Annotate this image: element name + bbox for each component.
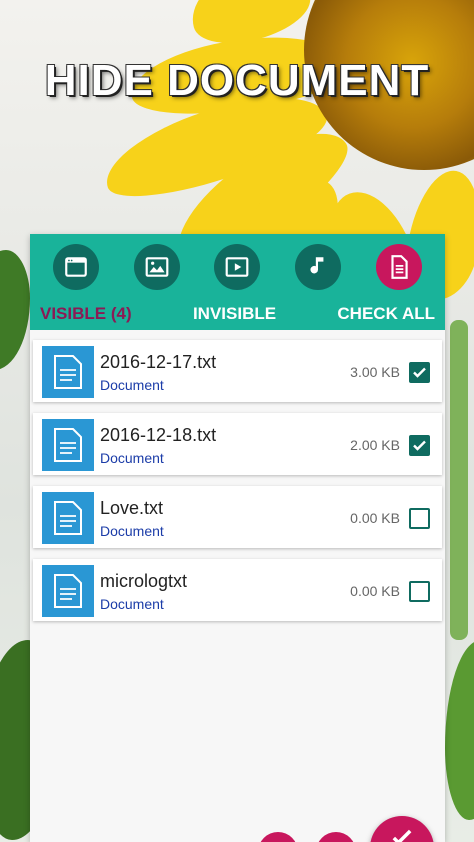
- category-app-button[interactable]: [53, 244, 100, 290]
- file-thumbnail: [42, 492, 94, 544]
- file-list: 2016-12-17.txt Document 3.00 KB 2016-12-…: [30, 330, 445, 638]
- app-icon: [65, 257, 88, 277]
- tab-invisible[interactable]: INVISIBLE: [193, 298, 276, 324]
- category-document-button[interactable]: [375, 244, 422, 290]
- file-size: 0.00 KB: [350, 583, 400, 599]
- file-size: 0.00 KB: [350, 510, 400, 526]
- list-item[interactable]: 2016-12-17.txt Document 3.00 KB: [33, 340, 442, 402]
- file-thumbnail: [42, 419, 94, 471]
- file-name: Love.txt: [100, 498, 164, 518]
- check-icon: [392, 829, 412, 842]
- file-size: 3.00 KB: [350, 364, 400, 380]
- main-panel: VISIBLE (4) INVISIBLE CHECK ALL 2016-12-…: [30, 234, 445, 842]
- list-item[interactable]: 2016-12-18.txt Document 2.00 KB: [33, 413, 442, 475]
- select-checkbox[interactable]: [409, 508, 430, 529]
- page-title: HIDE DOCUMENT: [44, 56, 430, 105]
- category-video-button[interactable]: [214, 244, 261, 290]
- music-note-icon: [310, 257, 324, 274]
- list-item[interactable]: Love.txt Document 0.00 KB: [33, 486, 442, 548]
- check-all-button[interactable]: CHECK ALL: [337, 298, 435, 324]
- category-image-button[interactable]: [133, 244, 180, 290]
- panel-header: VISIBLE (4) INVISIBLE CHECK ALL: [30, 234, 445, 330]
- select-checkbox[interactable]: [409, 435, 430, 456]
- file-thumbnail: [42, 346, 94, 398]
- check-icon: [413, 440, 426, 451]
- select-checkbox[interactable]: [409, 581, 430, 602]
- text-file-icon: [54, 574, 82, 608]
- tab-bar: VISIBLE (4) INVISIBLE CHECK ALL: [30, 298, 445, 324]
- file-name: 2016-12-17.txt: [100, 352, 217, 372]
- document-icon: [391, 255, 408, 279]
- category-music-button[interactable]: [295, 244, 342, 290]
- check-icon: [413, 367, 426, 378]
- image-icon: [145, 257, 169, 277]
- text-file-icon: [54, 355, 82, 389]
- video-icon: [226, 257, 249, 277]
- file-name: 2016-12-18.txt: [100, 425, 217, 445]
- category-bar: [30, 234, 445, 290]
- file-type: Document: [100, 523, 164, 539]
- list-item[interactable]: micrologtxt Document 0.00 KB: [33, 559, 442, 621]
- file-type: Document: [100, 377, 164, 393]
- text-file-icon: [54, 428, 82, 462]
- text-file-icon: [54, 501, 82, 535]
- tab-visible[interactable]: VISIBLE (4): [40, 298, 132, 324]
- file-thumbnail: [42, 565, 94, 617]
- select-checkbox[interactable]: [409, 362, 430, 383]
- file-size: 2.00 KB: [350, 437, 400, 453]
- file-type: Document: [100, 450, 164, 466]
- file-type: Document: [100, 596, 164, 612]
- file-name: micrologtxt: [100, 571, 188, 591]
